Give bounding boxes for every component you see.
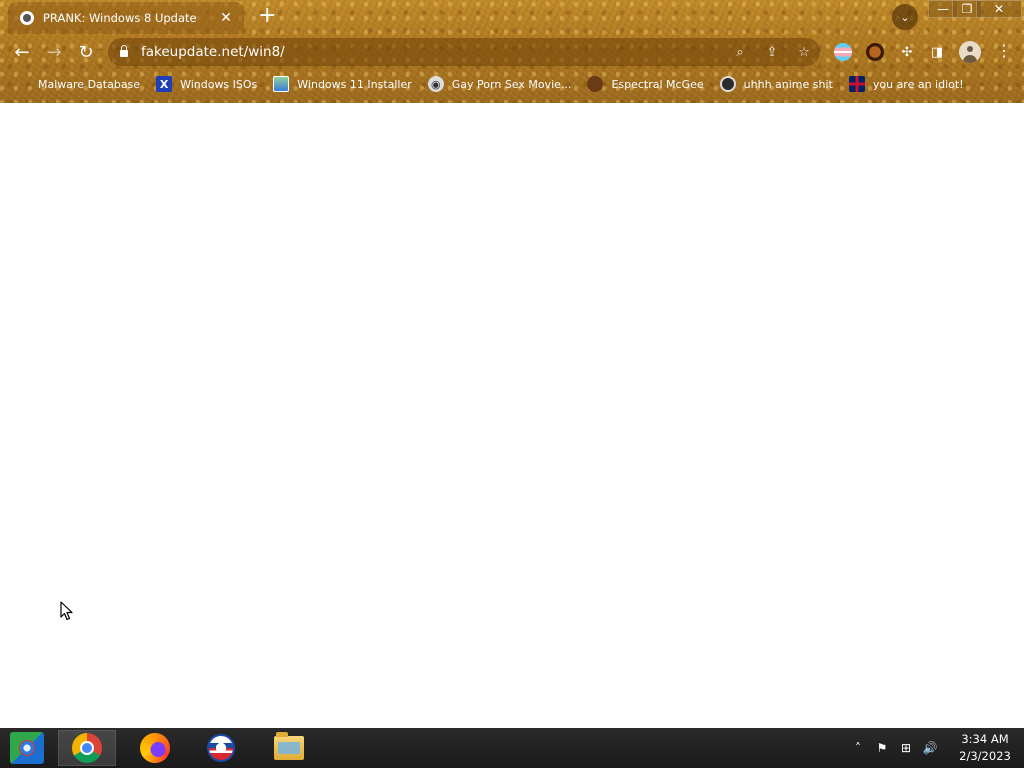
more-menu-icon[interactable]: ⋮ <box>996 41 1012 60</box>
network-icon[interactable]: ⊞ <box>894 741 918 755</box>
bookmark-label: uhhh anime shit <box>743 77 833 91</box>
uk-flag-icon <box>848 76 865 92</box>
avatar-extension-icon[interactable] <box>866 43 884 61</box>
bookmark-movie[interactable]: ◉ Gay Porn Sex Movie... <box>427 76 572 92</box>
bookmark-windows-isos[interactable]: X Windows ISOs <box>156 76 257 92</box>
forward-button[interactable]: → <box>42 40 66 64</box>
folder-icon <box>274 732 304 760</box>
clock-date: 2/3/2023 <box>959 749 1011 763</box>
mouse-cursor-icon <box>60 601 73 621</box>
bookmark-label: Windows 11 Installer <box>297 77 412 91</box>
close-window-button[interactable]: ✕ <box>976 0 1022 18</box>
installer-icon <box>273 76 290 92</box>
tab-prank-windows-8-update[interactable]: PRANK: Windows 8 Update ✕ <box>8 2 244 34</box>
search-icon[interactable]: ⌕ <box>724 45 756 60</box>
bookmark-label: Espectral McGee <box>611 77 704 91</box>
taskbar-chrome[interactable] <box>58 730 116 766</box>
firefox-icon <box>140 733 170 763</box>
taskbar: ˄ ⚑ ⊞ 🔊 3:34 AM 2/3/2023 <box>0 728 1024 768</box>
bookmark-label: Windows ISOs <box>180 77 258 91</box>
back-button[interactable]: ← <box>10 40 34 64</box>
show-hidden-icons-chevron-icon[interactable]: ˄ <box>846 741 870 755</box>
bookmark-label: you are an idiot! <box>872 77 964 91</box>
bookmarks-bar: Malware Database X Windows ISOs Windows … <box>14 74 980 94</box>
clock[interactable]: 3:34 AM 2/3/2023 <box>946 731 1024 765</box>
tab-search-button[interactable]: ⌄ <box>892 4 918 30</box>
browser-chrome: PRANK: Windows 8 Update ✕ + ⌄ — ❐ ✕ ← → … <box>0 0 1024 103</box>
lock-icon[interactable] <box>120 45 128 57</box>
start-orb-icon <box>19 740 35 756</box>
bookmark-malware-database[interactable]: Malware Database <box>14 76 140 92</box>
bookmark-windows-11-installer[interactable]: Windows 11 Installer <box>273 76 412 92</box>
bookmark-label: Gay Porn Sex Movie... <box>451 77 572 91</box>
reload-button[interactable]: ↻ <box>74 40 98 64</box>
film-icon: ◉ <box>427 76 444 92</box>
system-tray: ˄ ⚑ ⊞ 🔊 3:34 AM 2/3/2023 <box>846 728 1024 768</box>
side-panel-icon[interactable]: ◨ <box>928 43 946 61</box>
tab-close-icon[interactable]: ✕ <box>218 10 234 26</box>
malware-icon <box>14 76 30 92</box>
taskbar-file-explorer[interactable] <box>260 730 318 766</box>
bookmark-anime[interactable]: uhhh anime shit <box>719 76 833 92</box>
share-icon[interactable]: ⇪ <box>756 45 788 60</box>
anime-icon <box>719 76 736 92</box>
clock-time: 3:34 AM <box>961 732 1009 746</box>
trans-flag-extension-icon[interactable] <box>834 43 852 61</box>
globe-icon <box>20 11 34 25</box>
tab-title: PRANK: Windows 8 Update <box>43 11 197 25</box>
chrome-icon <box>72 733 102 763</box>
url-text[interactable]: fakeupdate.net/win8/ <box>141 44 724 60</box>
volume-icon[interactable]: 🔊 <box>918 741 942 755</box>
bookmark-star-icon[interactable]: ☆ <box>788 45 820 60</box>
action-center-flag-icon[interactable]: ⚑ <box>870 741 894 755</box>
extensions-puzzle-icon[interactable]: ✣ <box>898 43 916 61</box>
new-tab-button[interactable]: + <box>258 5 276 27</box>
profile-avatar-icon[interactable] <box>959 41 981 63</box>
start-button[interactable] <box>10 732 44 764</box>
opera-icon <box>207 734 235 762</box>
bookmark-you-are-an-idiot[interactable]: you are an idiot! <box>848 76 964 92</box>
web-page-content[interactable] <box>0 103 1024 728</box>
face-icon <box>587 76 604 92</box>
taskbar-opera[interactable] <box>192 730 250 766</box>
address-bar[interactable]: fakeupdate.net/win8/ ⌕ ⇪ ☆ <box>108 38 820 66</box>
taskbar-firefox[interactable] <box>126 730 184 766</box>
bookmark-label: Malware Database <box>38 77 141 91</box>
bookmark-espectral-mcgee[interactable]: Espectral McGee <box>587 76 704 92</box>
x-icon: X <box>156 76 173 92</box>
